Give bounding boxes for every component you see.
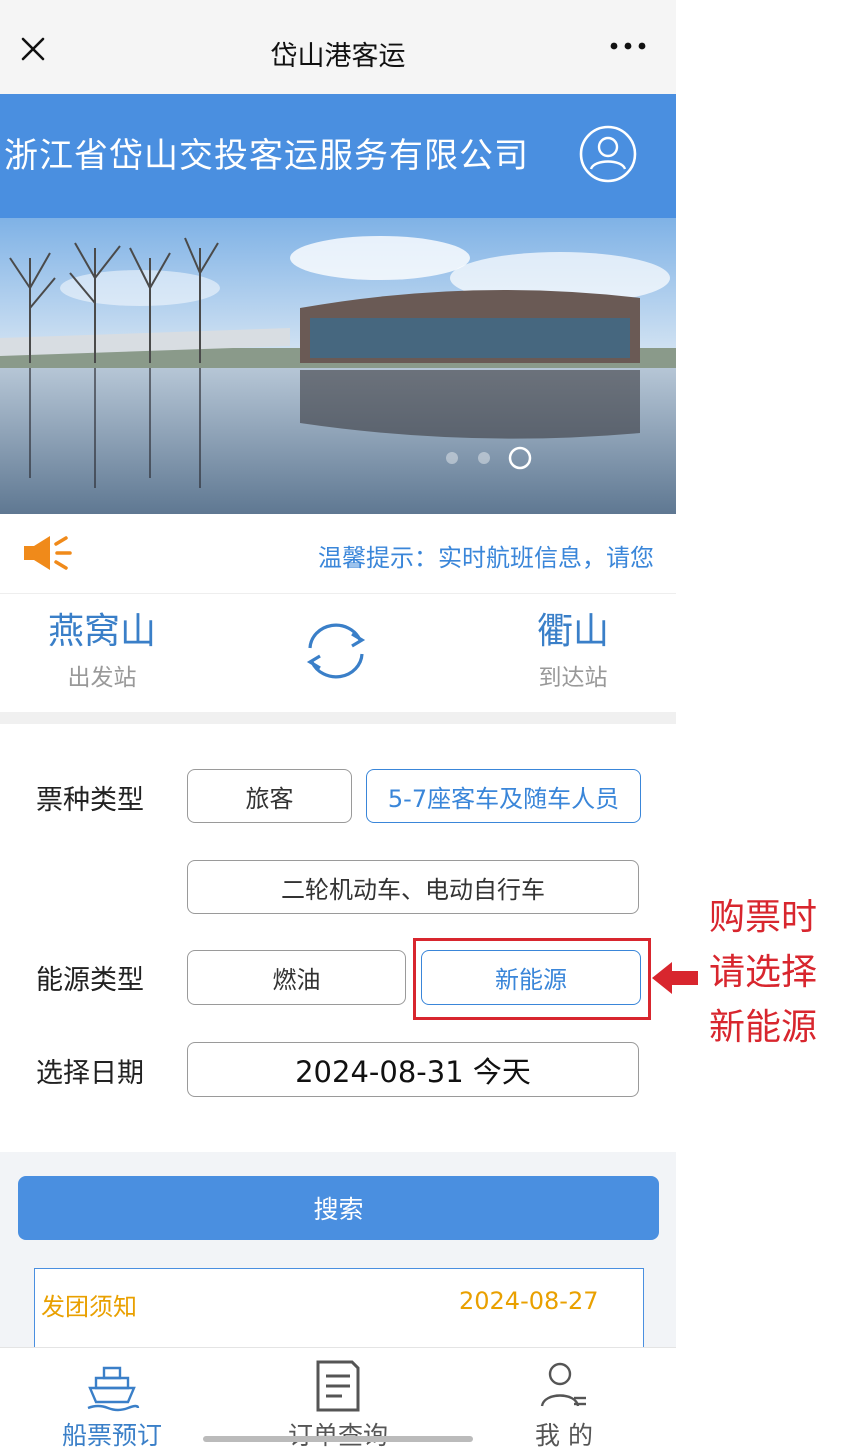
announcement-date: 2024-08-27 [459, 1287, 599, 1315]
nav-order-query[interactable]: 订单查询 [258, 1348, 418, 1447]
nav-order-query-label: 订单查询 [287, 1421, 388, 1447]
speaker-icon [24, 536, 72, 570]
bottom-navigation: 船票预订 订单查询 我 的 [0, 1347, 676, 1447]
phone-screen: 岱山港客运 浙江省岱山交投客运服务有限公司 温馨提示：实时航班信息，请您 燕窝山… [0, 0, 676, 1447]
home-indicator [203, 1436, 473, 1442]
divider [0, 712, 676, 724]
company-name: 浙江省岱山交投客运服务有限公司 [4, 136, 529, 176]
annotation-text: 购票时 请选择 新能源 [676, 890, 850, 1055]
more-icon[interactable] [608, 36, 648, 56]
ship-icon [87, 1366, 140, 1412]
nav-profile-label: 我 的 [535, 1421, 593, 1447]
profile-icon [540, 1362, 586, 1407]
station-selector: 燕窝山 出发站 衢山 到达站 [0, 594, 676, 712]
annotation-highlight-box [413, 938, 651, 1020]
user-icon[interactable] [578, 124, 638, 184]
swap-icon[interactable] [300, 618, 372, 684]
ticket-type-passenger[interactable]: 旅客 [187, 769, 352, 823]
energy-type-label: 能源类型 [36, 965, 144, 996]
nav-ticket-booking[interactable]: 船票预订 [32, 1348, 192, 1447]
energy-type-fuel[interactable]: 燃油 [187, 950, 406, 1005]
annotation-arrow-icon [652, 962, 698, 994]
notice-bar[interactable]: 温馨提示：实时航班信息，请您 [0, 514, 676, 594]
departure-station-name: 燕窝山 [47, 611, 156, 652]
departure-station-label: 出发站 [67, 665, 137, 691]
page-title: 岱山港客运 [270, 41, 406, 72]
wechat-top-bar: 岱山港客运 [0, 0, 676, 94]
ticket-type-label: 票种类型 [36, 785, 144, 816]
carousel-indicator[interactable] [442, 446, 542, 470]
annotation-line-1: 购票时 [708, 897, 817, 938]
nav-ticket-booking-label: 船票预订 [61, 1421, 162, 1447]
announcement-title: 发团须知 [41, 1293, 137, 1321]
arrival-station-label: 到达站 [538, 665, 608, 691]
banner-carousel[interactable] [0, 218, 676, 514]
notice-text: 温馨提示：实时航班信息，请您 [318, 544, 654, 572]
annotation-line-3: 新能源 [708, 1007, 817, 1048]
announcement-item[interactable]: 发团须知 2024-08-27 [34, 1268, 644, 1358]
ticket-type-motorcycle[interactable]: 二轮机动车、电动自行车 [187, 860, 639, 914]
arrival-station-name: 衢山 [536, 611, 609, 652]
document-icon [316, 1360, 360, 1412]
arrival-station[interactable]: 衢山 到达站 [518, 610, 628, 692]
date-label: 选择日期 [36, 1058, 144, 1089]
search-button[interactable]: 搜索 [18, 1176, 659, 1240]
banner-image [0, 218, 676, 514]
ticket-type-car[interactable]: 5-7座客车及随车人员 [366, 769, 641, 823]
departure-station[interactable]: 燕窝山 出发站 [40, 610, 164, 692]
date-picker[interactable]: 2024-08-31 今天 [187, 1042, 639, 1097]
annotation-line-2: 请选择 [708, 952, 817, 993]
annotation-pane: 购票时 请选择 新能源 [676, 0, 850, 1447]
company-header: 浙江省岱山交投客运服务有限公司 [0, 94, 676, 218]
nav-profile[interactable]: 我 的 [484, 1348, 644, 1447]
